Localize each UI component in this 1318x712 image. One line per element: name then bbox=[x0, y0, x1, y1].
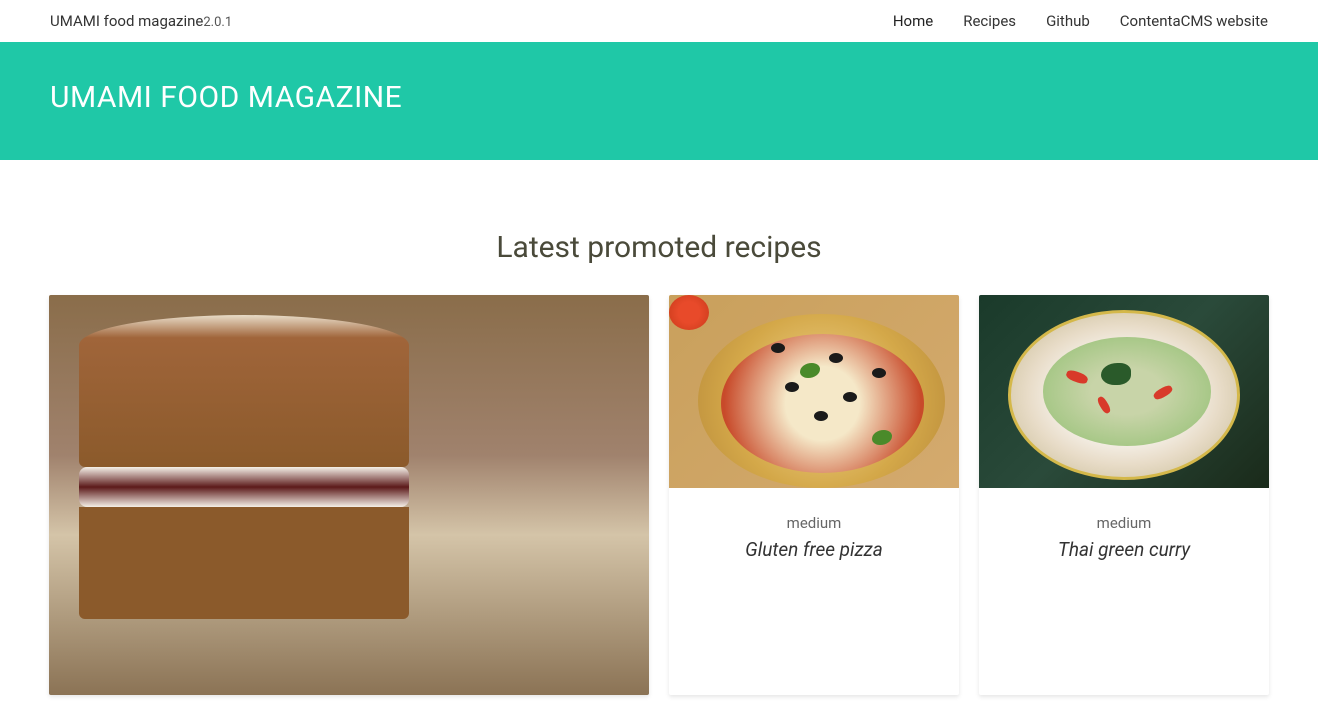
recipe-image bbox=[49, 295, 649, 695]
recipe-card[interactable]: medium Thai green curry bbox=[979, 295, 1269, 695]
hero-banner: UMAMI FOOD MAGAZINE bbox=[0, 42, 1318, 160]
recipe-card-body: medium Thai green curry bbox=[979, 488, 1269, 587]
recipe-image bbox=[669, 295, 959, 488]
recipe-title: Gluten free pizza bbox=[689, 538, 939, 561]
recipe-title: Thai green curry bbox=[999, 538, 1249, 561]
section-title: Latest promoted recipes bbox=[0, 230, 1318, 265]
recipe-card-body: medium Gluten free pizza bbox=[669, 488, 959, 587]
brand[interactable]: UMAMI food magazine 2.0.1 bbox=[50, 12, 232, 30]
nav-link-github[interactable]: Github bbox=[1046, 12, 1090, 30]
brand-name: UMAMI food magazine bbox=[50, 12, 203, 30]
nav-links: Home Recipes Github ContentaCMS website bbox=[893, 12, 1268, 30]
recipe-card[interactable] bbox=[49, 295, 649, 695]
nav-link-recipes[interactable]: Recipes bbox=[963, 12, 1016, 30]
recipe-difficulty: medium bbox=[999, 514, 1249, 532]
recipe-cards: medium Gluten free pizza medium Thai gre… bbox=[0, 295, 1318, 695]
navbar: UMAMI food magazine 2.0.1 Home Recipes G… bbox=[0, 0, 1318, 42]
hero-title: UMAMI FOOD MAGAZINE bbox=[50, 80, 1268, 115]
nav-link-home[interactable]: Home bbox=[893, 12, 933, 30]
recipe-image bbox=[979, 295, 1269, 488]
recipe-difficulty: medium bbox=[689, 514, 939, 532]
recipe-card[interactable]: medium Gluten free pizza bbox=[669, 295, 959, 695]
brand-version: 2.0.1 bbox=[203, 15, 232, 30]
nav-link-contentacms[interactable]: ContentaCMS website bbox=[1120, 12, 1268, 30]
